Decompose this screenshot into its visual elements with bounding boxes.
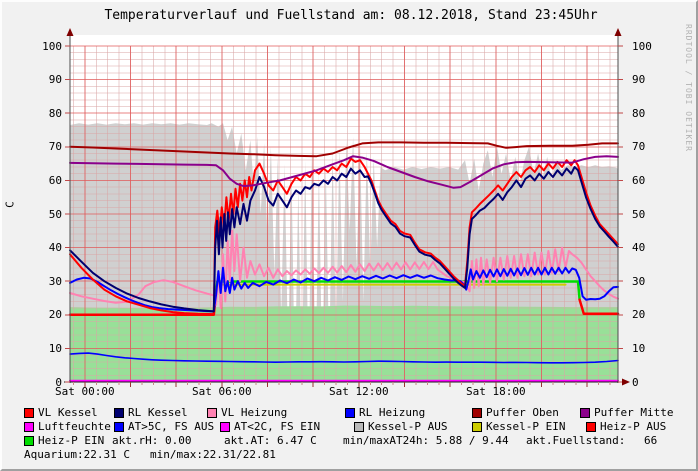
y-axis-tick-label: 0 xyxy=(632,376,668,389)
stat-akt-at: akt.AT: 6.47 C xyxy=(224,435,317,447)
y-axis-tick-label: 80 xyxy=(632,107,668,120)
legend-swatch-rl-heizung xyxy=(345,408,355,418)
legend-label: AT<2C, FS EIN xyxy=(234,421,320,433)
legend-label: VL Heizung xyxy=(221,407,287,419)
y-axis-tick-label: 100 xyxy=(26,40,62,53)
legend-label: Puffer Mitte xyxy=(594,407,673,419)
legend-swatch-rl-kessel xyxy=(114,408,124,418)
y-axis-arrow-left xyxy=(67,28,74,36)
y-axis-tick-label: 90 xyxy=(632,73,668,86)
y-axis-tick-label: 10 xyxy=(26,342,62,355)
x-axis-tick-label: Sat 06:00 xyxy=(187,386,257,398)
legend-swatch-vl-kessel xyxy=(24,408,34,418)
legend-swatch-vl-heizung xyxy=(207,408,217,418)
legend-label: RL Heizung xyxy=(359,407,425,419)
y-axis-unit-label: C xyxy=(4,185,17,225)
legend-label: RL Kessel xyxy=(128,407,188,419)
y-axis-tick-label: 60 xyxy=(632,174,668,187)
legend-label: Heiz-P AUS xyxy=(600,421,666,433)
legend-swatch-at-gt5 xyxy=(114,422,124,432)
y-axis-tick-label: 100 xyxy=(632,40,668,53)
rrd-graph: Temperaturverlauf und Fuellstand am: 08.… xyxy=(0,0,698,471)
y-axis-tick-label: 10 xyxy=(632,342,668,355)
chart-plot xyxy=(2,2,698,471)
legend-swatch-kessel-p-ein xyxy=(472,422,482,432)
rrdtool-watermark: RRDTOOL / TOBI OETIKER xyxy=(684,24,693,152)
series-area-aquarium xyxy=(70,306,618,382)
chart-title: Temperaturverlauf und Fuellstand am: 08.… xyxy=(2,8,698,23)
x-axis-tick-label: Sat 00:00 xyxy=(50,386,120,398)
y-axis-tick-label: 40 xyxy=(26,241,62,254)
stat-akt-rh: akt.rH: 0.00 xyxy=(112,435,191,447)
x-axis-tick-label: Sat 12:00 xyxy=(324,386,394,398)
legend-label: Heiz-P EIN xyxy=(38,435,104,447)
stat-fuellstand-value: 66 xyxy=(644,435,657,447)
legend-swatch-heiz-p-aus xyxy=(586,422,596,432)
y-axis-tick-label: 20 xyxy=(632,308,668,321)
legend-label: AT>5C, FS AUS xyxy=(128,421,214,433)
stat-aquarium-minmax: min/max:22.31/22.81 xyxy=(150,449,276,461)
y-axis-tick-label: 70 xyxy=(26,140,62,153)
legend-label: Puffer Oben xyxy=(486,407,559,419)
y-axis-arrow-right xyxy=(615,28,622,36)
x-axis-tick-label: Sat 18:00 xyxy=(461,386,531,398)
stat-aquarium: Aquarium:22.31 C xyxy=(24,449,130,461)
legend-label: Luftfeuchte xyxy=(38,421,111,433)
legend-swatch-puffer-mitte xyxy=(580,408,590,418)
legend-label: VL Kessel xyxy=(38,407,98,419)
legend-label: Kessel-P EIN xyxy=(486,421,565,433)
legend-label: Kessel-P AUS xyxy=(368,421,447,433)
legend-swatch-luftfeuchte xyxy=(24,422,34,432)
legend-swatch-heiz-p-ein xyxy=(24,436,34,446)
x-axis-arrow xyxy=(622,379,630,386)
y-axis-tick-label: 30 xyxy=(632,275,668,288)
y-axis-tick-label: 90 xyxy=(26,73,62,86)
y-axis-tick-label: 30 xyxy=(26,275,62,288)
y-axis-tick-label: 80 xyxy=(26,107,62,120)
y-axis-tick-label: 60 xyxy=(26,174,62,187)
y-axis-tick-label: 70 xyxy=(632,140,668,153)
stat-minmax-at: min/maxAT24h: 5.88 / 9.44 xyxy=(343,435,509,447)
stat-fuellstand-label: akt.Fuellstand: xyxy=(526,435,625,447)
y-axis-tick-label: 20 xyxy=(26,308,62,321)
legend-swatch-at-lt2 xyxy=(220,422,230,432)
legend-swatch-puffer-oben xyxy=(472,408,482,418)
y-axis-tick-label: 50 xyxy=(26,208,62,221)
y-axis-tick-label: 50 xyxy=(632,208,668,221)
legend-swatch-kessel-p-aus xyxy=(354,422,364,432)
y-axis-tick-label: 40 xyxy=(632,241,668,254)
